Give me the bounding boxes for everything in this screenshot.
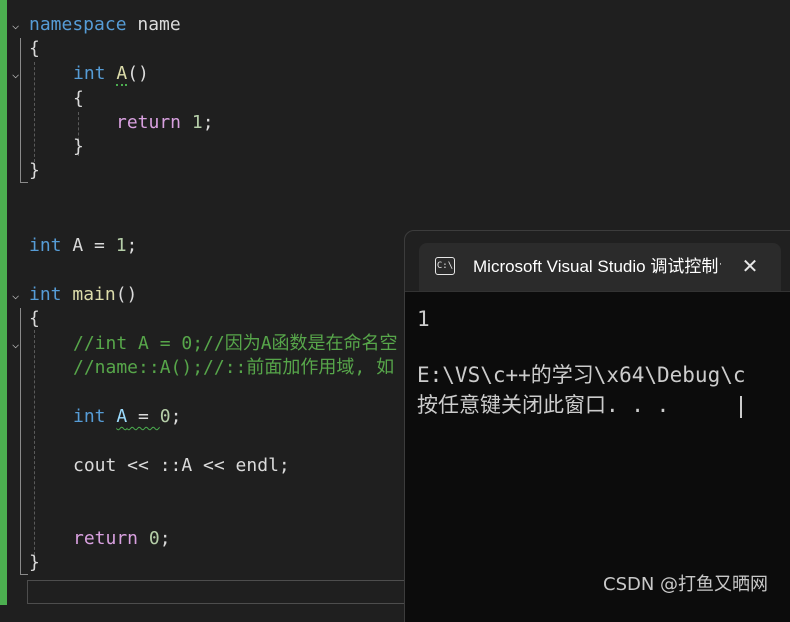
fold-guide-end (20, 182, 28, 183)
keyword-int: int (73, 63, 106, 84)
code-line-brace[interactable]: } (29, 159, 40, 183)
variable-decl: A = (61, 235, 116, 256)
semicolon: ; (159, 528, 171, 549)
keyword-namespace: namespace (29, 14, 127, 35)
console-output-line: E:\VS\c++的学习\x64\Debug\c (417, 363, 746, 387)
code-line-cout[interactable]: cout << ::A << endl; (73, 454, 290, 478)
code-line-namespace[interactable]: namespace name (29, 13, 181, 37)
fold-guide (20, 38, 21, 182)
collapse-chevron-icon[interactable]: ⌵ (12, 68, 24, 80)
code-line-brace[interactable]: } (29, 551, 40, 575)
code-line-brace[interactable]: { (29, 307, 40, 331)
fold-guide (20, 308, 21, 574)
console-tab[interactable]: C:\ Microsoft Visual Studio 调试控制台 ✕ (419, 243, 781, 291)
console-output-line: 1 (417, 307, 430, 331)
watermark: CSDN @打鱼又晒网 (603, 574, 769, 595)
console-title: Microsoft Visual Studio 调试控制台 (473, 257, 721, 276)
comment-fold-guide (20, 352, 21, 380)
function-name: A (116, 63, 128, 86)
semicolon: ; (170, 406, 182, 427)
terminal-icon: C:\ (435, 257, 455, 275)
code-line-return[interactable]: return 0; (73, 527, 171, 551)
code-comment[interactable]: //int A = 0;//因为A函数是在命名空 (73, 332, 398, 356)
collapse-chevron-icon[interactable]: ⌵ (12, 338, 24, 350)
code-line-brace[interactable]: { (73, 87, 84, 111)
console-output-line: 按任意键关闭此窗口. . . (417, 393, 670, 417)
keyword-return: return (73, 528, 139, 549)
indent-guide (34, 62, 35, 162)
code-line-main[interactable]: int main() (29, 283, 137, 307)
debug-console-window[interactable]: C:\ Microsoft Visual Studio 调试控制台 ✕ 1 E:… (404, 230, 790, 622)
collapse-chevron-icon[interactable]: ⌵ (12, 289, 24, 301)
number-literal: 1 (115, 235, 127, 256)
fold-guide-end (20, 574, 28, 575)
collapse-chevron-icon[interactable]: ⌵ (12, 19, 24, 31)
code-line-local-var[interactable]: int A = 0; (73, 405, 181, 429)
keyword-int: int (73, 406, 106, 427)
code-line-global-var[interactable]: int A = 1; (29, 234, 137, 258)
code-line-function-decl[interactable]: int A() (73, 62, 149, 86)
semicolon: ; (126, 235, 138, 256)
indent-guide (34, 330, 35, 570)
code-comment[interactable]: //name::A();//::前面加作用域, 如 (73, 356, 394, 380)
number-literal: 0 (159, 406, 171, 427)
keyword-int: int (29, 235, 62, 256)
number-literal: 1 (191, 112, 203, 133)
code-line-brace[interactable]: } (73, 135, 84, 159)
horizontal-scrollbar[interactable] (27, 580, 409, 604)
parens: () (115, 284, 138, 305)
parens: () (127, 63, 149, 84)
assign-operator: = (127, 406, 160, 427)
namespace-name: name (126, 14, 181, 35)
code-line-return[interactable]: return 1; (116, 111, 214, 135)
number-literal: 0 (148, 528, 160, 549)
function-name: main (72, 284, 116, 305)
text-cursor (740, 396, 742, 418)
variable-name: A (116, 406, 128, 427)
keyword-return: return (116, 112, 182, 133)
change-indicator-bar (0, 0, 7, 605)
semicolon: ; (202, 112, 214, 133)
keyword-int: int (29, 284, 62, 305)
close-icon[interactable]: ✕ (737, 253, 763, 279)
code-line-brace[interactable]: { (29, 37, 40, 61)
